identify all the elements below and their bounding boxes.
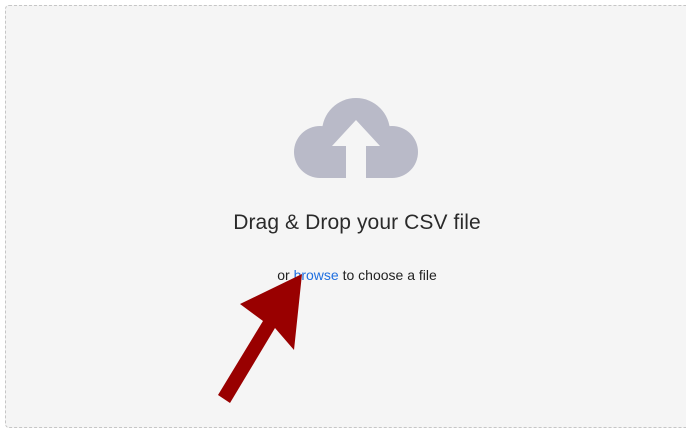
- file-dropzone[interactable]: Drag & Drop your CSV file or browse to c…: [5, 5, 686, 428]
- dropzone-subtitle: or browse to choose a file: [6, 267, 686, 283]
- cloud-upload-icon: [294, 98, 418, 184]
- subtitle-suffix: to choose a file: [342, 267, 437, 283]
- arrow-annotation-icon: [218, 274, 302, 403]
- dropzone-title: Drag & Drop your CSV file: [233, 211, 481, 234]
- upload-page: Drag & Drop your CSV file or browse to c…: [0, 0, 686, 433]
